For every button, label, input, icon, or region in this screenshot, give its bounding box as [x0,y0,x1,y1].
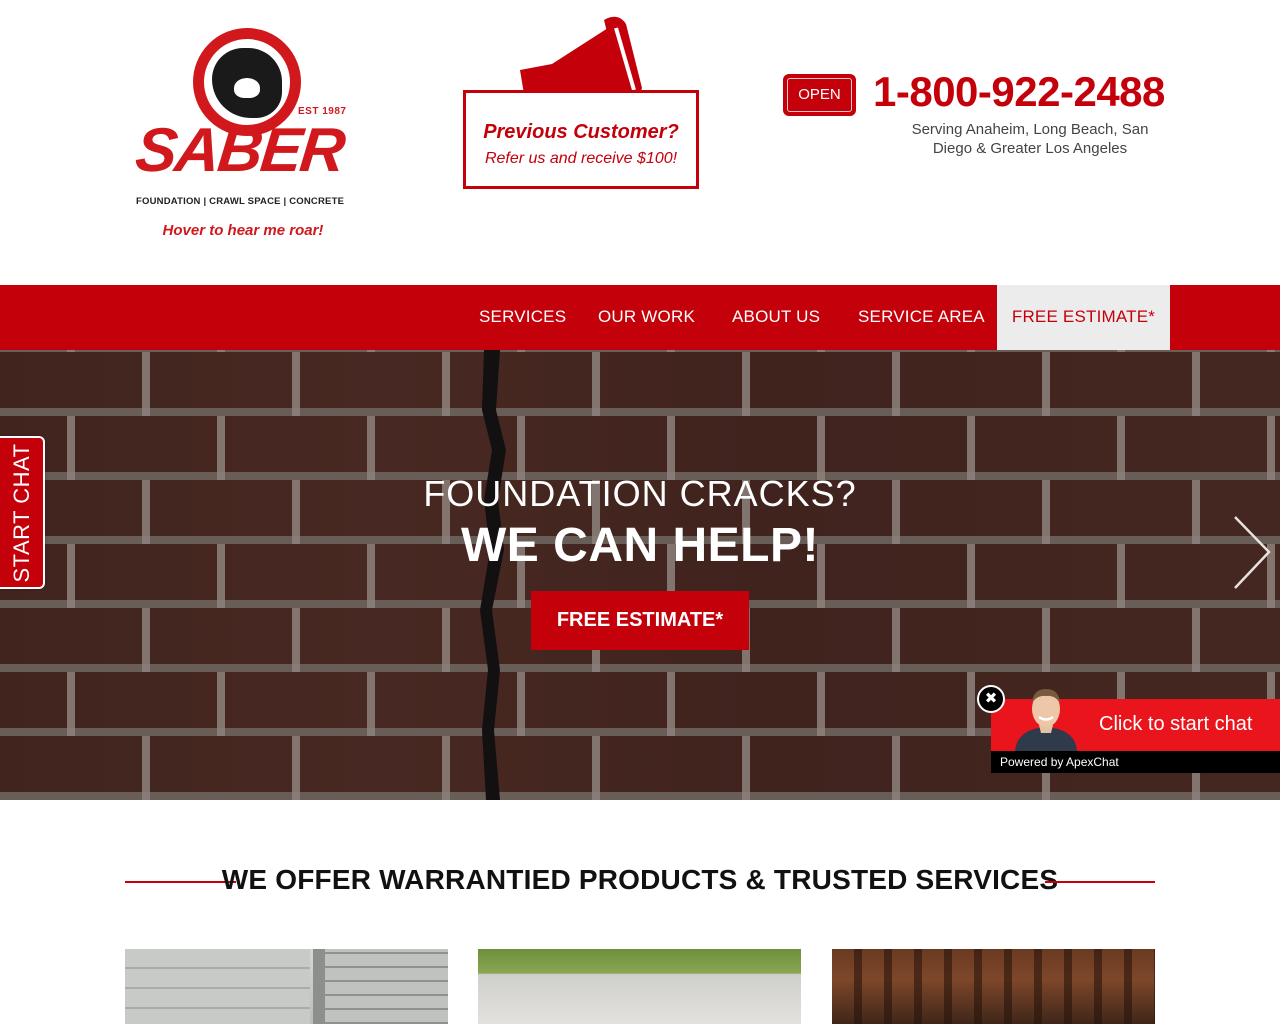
start-chat-tab[interactable]: START CHAT [0,436,45,589]
nav-item-service-area[interactable]: SERVICE AREA [858,285,985,350]
promo-title: Previous Customer? [483,121,679,143]
chat-agent-avatar [1015,689,1077,751]
service-card-foundation[interactable] [125,949,448,1024]
roar-hint: Hover to hear me roar! [162,222,324,239]
chevron-right-icon[interactable] [1232,515,1272,590]
foundation-crack-graphic [480,350,506,800]
promo-subtitle: Refer us and receive $100! [484,150,678,167]
title-divider-right [1045,881,1155,883]
nav-item-about-us[interactable]: ABOUT US [732,285,820,350]
nav-item-free-estimate[interactable]: FREE ESTIMATE* [997,285,1170,350]
chat-invite-text: Click to start chat [1099,713,1253,735]
main-nav: SERVICES OUR WORK ABOUT US SERVICE AREA … [0,285,1280,350]
hero-free-estimate-button[interactable]: FREE ESTIMATE* [531,591,749,650]
hero-headline: FOUNDATION CRACKS? [423,473,857,514]
hero-subheadline: WE CAN HELP! [461,519,819,572]
site-header: EST 1987 SABER FOUNDATION | CRAWL SPACE … [0,0,1280,285]
logo-wordmark: SABER [132,116,347,185]
phone-number-link[interactable]: 1-800-922-2488 [873,68,1165,116]
crawl-space-beams-image [832,949,1155,1024]
siding-image [125,949,310,1024]
nav-item-services[interactable]: SERVICES [479,285,566,350]
downspout-image [313,949,325,1024]
saber-logo[interactable]: EST 1987 SABER FOUNDATION | CRAWL SPACE … [130,20,360,215]
service-card-concrete[interactable] [478,949,801,1024]
open-badge: OPEN [783,74,856,116]
open-badge-label: OPEN [787,78,852,112]
chat-powered-by: Powered by ApexChat [991,751,1280,773]
stone-wall-image [325,949,448,1024]
nav-item-our-work[interactable]: OUR WORK [598,285,695,350]
referral-promo[interactable]: Previous Customer? Refer us and receive … [463,90,699,189]
service-area-text: Serving Anaheim, Long Beach, San Diego &… [911,121,1149,157]
logo-tagline: FOUNDATION | CRAWL SPACE | CONCRETE [136,196,345,207]
start-chat-label: START CHAT [8,442,34,583]
apexchat-widget[interactable]: Click to start chat Powered by ApexChat [991,689,1280,773]
services-section-title: WE OFFER WARRANTIED PRODUCTS & TRUSTED S… [221,864,1059,895]
service-card-crawl-space[interactable] [832,949,1155,1024]
close-icon[interactable]: ✖ [977,685,1005,713]
